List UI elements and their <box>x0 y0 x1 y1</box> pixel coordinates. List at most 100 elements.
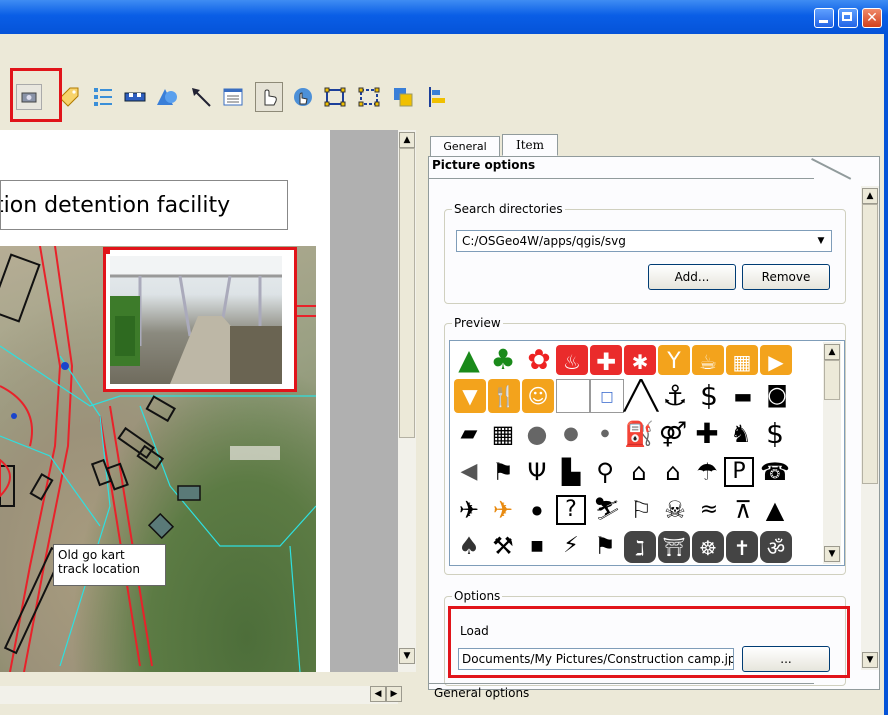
shinto-symbol-icon[interactable]: ⛩ <box>658 531 690 563</box>
fire-symbol-icon[interactable]: ♨ <box>556 345 588 375</box>
cinema-symbol-icon[interactable]: ▦ <box>726 345 758 375</box>
restaurant-symbol-icon[interactable]: 🍴 <box>488 379 520 413</box>
playground-symbol-icon[interactable]: ⚲ <box>588 455 622 489</box>
toolbar-group-button[interactable] <box>322 84 348 110</box>
house-symbol-icon[interactable]: ⌂ <box>656 455 690 489</box>
question-symbol-icon[interactable]: ? <box>556 495 586 525</box>
tab-general[interactable]: General <box>430 136 500 156</box>
golf-symbol-icon[interactable]: ⚑ <box>486 455 520 489</box>
large-circle-symbol-icon[interactable]: ● <box>520 417 554 451</box>
scroll-right-arrow-icon[interactable]: ▶ <box>386 686 402 702</box>
canvas-horizontal-scrollbar[interactable] <box>0 686 398 704</box>
canvas-scroll-thumb[interactable] <box>399 148 415 438</box>
deer-symbol-icon[interactable]: ♞ <box>724 417 758 451</box>
map-annotation-label[interactable]: Old go kart track location <box>53 544 166 586</box>
toolbar-add-table-button[interactable] <box>220 84 246 110</box>
swimming-symbol-icon[interactable]: ≈ <box>692 493 726 527</box>
canvas-vertical-scrollbar[interactable]: ▲ ▼ <box>398 130 416 672</box>
deciduous-tree-symbol-icon[interactable]: ♣ <box>486 343 520 377</box>
tree-symbol-icon[interactable]: ▲ <box>452 343 486 377</box>
airport-symbol-icon[interactable]: ✈ <box>452 493 486 527</box>
camera-symbol-icon[interactable]: ◙ <box>760 379 794 413</box>
toolbar-move-content-button[interactable] <box>290 84 316 110</box>
lookout-symbol-icon[interactable]: ⚐ <box>624 493 658 527</box>
picture-item[interactable] <box>103 247 297 392</box>
dharma-wheel-symbol-icon[interactable]: ☸ <box>692 531 724 563</box>
remove-directory-button[interactable]: Remove <box>742 264 830 290</box>
add-directory-button[interactable]: Add... <box>648 264 736 290</box>
toilets-symbol-icon[interactable]: ⚤ <box>656 417 690 451</box>
toolbar-align-button[interactable] <box>424 84 450 110</box>
peak-symbol-icon[interactable]: ╱╲ <box>624 379 658 413</box>
toolbar-select-move-item-button[interactable] <box>255 82 283 112</box>
cafe-symbol-icon[interactable]: ☕ <box>692 345 724 375</box>
general-options-heading[interactable]: General options <box>434 686 529 700</box>
tab-item[interactable]: Item <box>502 134 558 156</box>
toolbar-add-shape-button[interactable] <box>154 84 180 110</box>
scroll-down-arrow-icon[interactable]: ▼ <box>399 648 415 664</box>
buddhist-symbol-icon[interactable]: ℷ <box>624 531 656 563</box>
conifer-symbol-icon[interactable]: ♠ <box>452 529 486 563</box>
toolbar-raise-button[interactable] <box>390 84 416 110</box>
food-symbol-icon[interactable]: ☺ <box>522 379 554 413</box>
telephone-symbol-icon[interactable]: ☎ <box>758 455 792 489</box>
flower-symbol-icon[interactable]: ✿ <box>522 343 556 377</box>
symbol-preview-list[interactable]: ▲ ♣ ✿ ♨ ✚ ✱ Y ☕ ▦ ▶ ▼ 🍴 ☺ □ ╱╲ ⚓ $ ▬ ◙ ▰… <box>449 340 845 566</box>
skiing-symbol-icon[interactable]: ⛷ <box>590 493 624 527</box>
hiking-symbol-icon[interactable]: ⚒ <box>486 529 520 563</box>
cctv-symbol-icon[interactable]: ▬ <box>726 379 760 413</box>
chevron-down-icon[interactable]: ▼ <box>813 233 829 249</box>
hospital-symbol-icon[interactable]: ✚ <box>690 417 724 451</box>
toolbar-add-legend-button[interactable] <box>90 84 116 110</box>
preview-scroll-thumb[interactable] <box>824 360 840 400</box>
preview-scrollbar[interactable]: ▲ ▼ <box>823 342 841 564</box>
dollar-symbol-icon[interactable]: $ <box>692 379 726 413</box>
first-aid-symbol-icon[interactable]: ✚ <box>590 345 622 376</box>
parking-symbol-icon[interactable]: P <box>724 457 754 487</box>
scroll-down-arrow-icon[interactable]: ▼ <box>862 652 878 668</box>
hindu-symbol-icon[interactable]: ॐ <box>760 531 792 563</box>
search-directory-select[interactable]: C:/OSGeo4W/apps/qgis/svg ▼ <box>456 230 832 252</box>
panel-vertical-scrollbar[interactable]: ▲ ▼ <box>861 186 879 670</box>
scroll-up-arrow-icon[interactable]: ▲ <box>399 132 415 148</box>
shelter-symbol-icon[interactable]: ⌂ <box>622 455 656 489</box>
medium-circle-symbol-icon[interactable]: ● <box>554 417 588 451</box>
airfield-symbol-icon[interactable]: ✈ <box>486 493 520 527</box>
close-button[interactable]: ✕ <box>862 8 882 28</box>
blank-symbol-icon[interactable] <box>556 379 590 413</box>
minimize-button[interactable] <box>814 8 834 28</box>
canvas-horizontal-scroll-buttons[interactable]: ◀ ▶ <box>368 684 402 702</box>
picnic-symbol-icon[interactable]: ⊼ <box>726 493 760 527</box>
fuel-pump-symbol-icon[interactable]: ▙ <box>554 455 588 489</box>
small-circle-symbol-icon[interactable]: ● <box>588 417 622 451</box>
picture-resize-handle[interactable] <box>104 248 110 254</box>
dot-symbol-icon[interactable]: ● <box>520 493 554 527</box>
building-symbol-icon[interactable]: ▦ <box>486 417 520 451</box>
fish-symbol-icon[interactable]: ◀ <box>452 455 486 489</box>
tower-symbol-icon[interactable]: ⚡ <box>554 529 588 563</box>
christian-symbol-icon[interactable]: ✝ <box>726 531 758 563</box>
scroll-up-arrow-icon[interactable]: ▲ <box>862 188 878 204</box>
star-of-life-symbol-icon[interactable]: ✱ <box>624 345 656 375</box>
panel-scroll-thumb[interactable] <box>862 204 878 484</box>
toolbar-add-arrow-button[interactable] <box>188 84 214 110</box>
maximize-button[interactable] <box>838 8 858 28</box>
theatre-symbol-icon[interactable]: ▶ <box>760 345 792 375</box>
picture-options-heading[interactable]: Picture options <box>432 158 535 172</box>
map-title-label[interactable]: tion detention facility <box>0 180 288 230</box>
camping-symbol-icon[interactable]: ▲ <box>758 493 792 527</box>
glass-symbol-icon[interactable]: ▼ <box>454 379 486 413</box>
parachute-symbol-icon[interactable]: ☂ <box>690 455 724 489</box>
toolbar-ungroup-button[interactable] <box>356 84 382 110</box>
small-square-symbol-icon[interactable]: □ <box>590 379 624 413</box>
fuel-symbol-icon[interactable]: ⛽ <box>622 417 656 451</box>
anchor-symbol-icon[interactable]: ⚓ <box>658 379 692 413</box>
bank-symbol-icon[interactable]: $ <box>758 417 792 451</box>
scroll-up-arrow-icon[interactable]: ▲ <box>824 344 840 360</box>
flag-symbol-icon[interactable]: ⚑ <box>588 529 622 563</box>
dining-symbol-icon[interactable]: Ψ <box>520 455 554 489</box>
composition-canvas[interactable]: tion detention facility Old go kart trac… <box>0 130 398 672</box>
cocktail-symbol-icon[interactable]: Y <box>658 345 690 375</box>
toolbar-add-scalebar-button[interactable] <box>122 84 148 110</box>
square-symbol-icon[interactable]: ■ <box>520 529 554 563</box>
